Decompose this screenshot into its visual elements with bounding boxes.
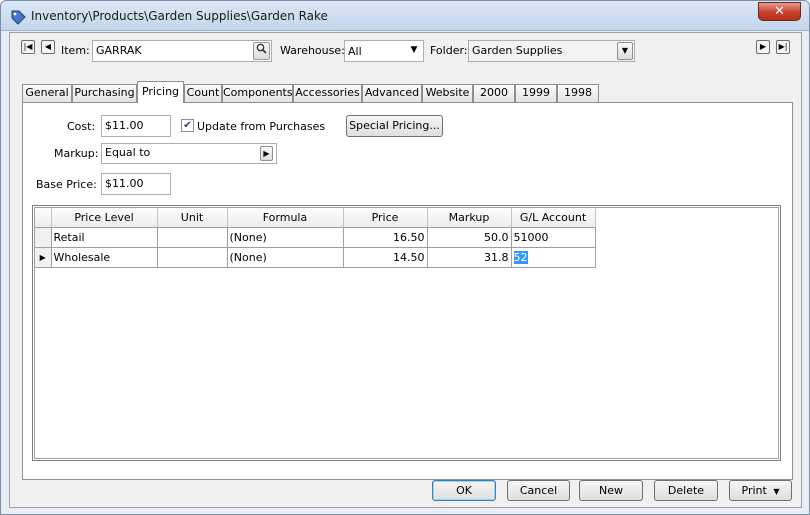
folder-select[interactable]: Garden Supplies ▼	[468, 40, 635, 62]
gl-account-cell[interactable]: 51000	[511, 227, 596, 248]
row-indicator-header	[35, 208, 52, 228]
tab-2000[interactable]: 2000	[473, 84, 515, 102]
markup-label: Markup:	[54, 147, 99, 160]
markup-cell[interactable]: 50.0	[427, 227, 512, 248]
item-value: GARRAK	[96, 44, 142, 57]
chevron-down-icon[interactable]: ▼	[406, 42, 422, 60]
tab-purchasing[interactable]: Purchasing	[72, 84, 137, 102]
print-button[interactable]: Print ▼	[729, 480, 792, 501]
new-button[interactable]: New	[579, 480, 643, 501]
tab-advanced[interactable]: Advanced	[362, 84, 422, 102]
warehouse-value: All	[348, 45, 362, 58]
gl-account-selected-text[interactable]: 52	[513, 250, 528, 264]
update-from-purchases-checkbox[interactable]: ✔	[181, 119, 194, 132]
chevron-right-icon[interactable]: ▶	[260, 146, 273, 161]
column-header[interactable]: Formula	[227, 208, 344, 228]
column-header[interactable]: Price	[343, 208, 428, 228]
last-record-icon[interactable]: ▶|	[776, 40, 790, 54]
tab-count[interactable]: Count	[184, 84, 222, 102]
next-record-icon[interactable]: ▶	[756, 40, 770, 54]
column-header[interactable]: Markup	[427, 208, 512, 228]
client-area: |◀ ◀ Item: GARRAK Warehouse: All ▼ Folde…	[9, 32, 802, 508]
cancel-button[interactable]: Cancel	[507, 480, 570, 501]
tab-pricing[interactable]: Pricing	[137, 81, 184, 103]
tab-1998[interactable]: 1998	[557, 84, 599, 102]
folder-value: Garden Supplies	[472, 44, 563, 57]
current-row-arrow-icon[interactable]: ▶	[35, 247, 52, 268]
close-button[interactable]: ✕	[758, 2, 801, 21]
base-price-label: Base Price:	[36, 178, 97, 191]
warehouse-label: Warehouse:	[280, 44, 345, 57]
search-icon[interactable]	[253, 42, 270, 60]
folder-label: Folder:	[430, 44, 468, 57]
chevron-down-icon[interactable]: ▼	[617, 42, 633, 60]
item-label: Item:	[61, 44, 90, 57]
item-field[interactable]: GARRAK	[92, 40, 272, 62]
inventory-window: Inventory\Products\Garden Supplies\Garde…	[0, 0, 810, 515]
price-level-cell[interactable]: Retail	[51, 227, 158, 248]
ok-button[interactable]: OK	[432, 480, 496, 501]
unit-cell[interactable]	[157, 247, 228, 268]
price-cell[interactable]: 14.50	[343, 247, 428, 268]
pricing-panel: Cost: $11.00 ✔ Update from Purchases Spe…	[22, 102, 793, 480]
price-levels-grid: Price Level Unit Formula Price Markup G/…	[32, 205, 781, 461]
cost-label: Cost:	[67, 120, 96, 133]
formula-cell[interactable]: (None)	[227, 227, 344, 248]
base-price-value: $11.00	[105, 177, 144, 190]
print-label: Print	[741, 484, 767, 497]
chevron-down-icon: ▼	[773, 487, 780, 496]
table-row[interactable]: Retail (None) 16.50 50.0 51000	[35, 227, 596, 248]
prev-record-icon[interactable]: ◀	[41, 40, 55, 54]
tab-components[interactable]: Components	[222, 84, 293, 102]
price-level-cell[interactable]: Wholesale	[51, 247, 158, 268]
table-row[interactable]: ▶ Wholesale (None) 14.50 31.8 52	[35, 247, 596, 268]
column-header[interactable]: G/L Account	[511, 208, 596, 228]
tag-icon	[11, 10, 26, 25]
gl-account-cell[interactable]: 52	[511, 247, 596, 268]
cost-value: $11.00	[105, 119, 144, 132]
markup-select[interactable]: Equal to ▶	[101, 143, 277, 164]
price-cell[interactable]: 16.50	[343, 227, 428, 248]
cost-field[interactable]: $11.00	[101, 115, 171, 137]
column-header[interactable]: Unit	[157, 208, 228, 228]
warehouse-select[interactable]: All ▼	[344, 40, 424, 62]
special-pricing-button[interactable]: Special Pricing...	[346, 115, 443, 137]
column-header[interactable]: Price Level	[51, 208, 158, 228]
first-record-icon[interactable]: |◀	[21, 40, 35, 54]
unit-cell[interactable]	[157, 227, 228, 248]
markup-value: Equal to	[105, 146, 151, 159]
tab-website[interactable]: Website	[422, 84, 473, 102]
window-title: Inventory\Products\Garden Supplies\Garde…	[31, 9, 328, 23]
markup-cell[interactable]: 31.8	[427, 247, 512, 268]
update-from-purchases-label: Update from Purchases	[197, 120, 326, 133]
formula-cell[interactable]: (None)	[227, 247, 344, 268]
title-bar[interactable]: Inventory\Products\Garden Supplies\Garde…	[1, 1, 809, 31]
tab-accessories[interactable]: Accessories	[293, 84, 362, 102]
tab-general[interactable]: General	[22, 84, 72, 102]
delete-button[interactable]: Delete	[654, 480, 718, 501]
base-price-field[interactable]: $11.00	[101, 173, 171, 195]
price-levels-table: Price Level Unit Formula Price Markup G/…	[35, 208, 596, 268]
row-indicator[interactable]	[35, 227, 52, 248]
tab-1999[interactable]: 1999	[515, 84, 557, 102]
